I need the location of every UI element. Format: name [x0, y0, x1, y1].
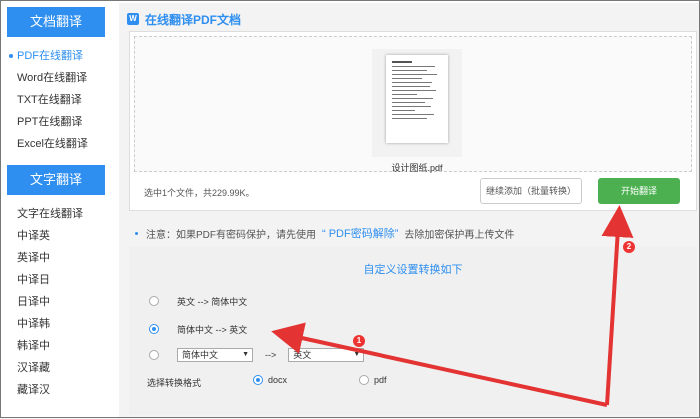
- sidebar-item-word[interactable]: Word在线翻译: [3, 67, 111, 89]
- chevron-down-icon: ▼: [353, 351, 361, 358]
- sidebar-item-zh-ja[interactable]: 中译日: [3, 269, 111, 291]
- sidebar-text-list: 文字在线翻译 中译英 英译中 中译日 日译中 中译韩 韩译中 汉译藏 藏译汉: [3, 203, 111, 401]
- main-content: W 在线翻译PDF文档 设计图纸.pdf 选中1个文件，共229.99K。 继续…: [119, 3, 699, 417]
- notice-prefix: 注意：如果PDF有密码保护，请先使用: [146, 229, 316, 241]
- file-card[interactable]: 设计图纸.pdf: [372, 49, 462, 173]
- option-zh-to-en[interactable]: 简体中文 --> 英文: [149, 321, 247, 337]
- format-label: 选择转换格式: [147, 377, 202, 388]
- notice-suffix: 去除加密保护再上传文件: [404, 229, 515, 241]
- source-language-value: 简体中文: [182, 350, 219, 360]
- upload-summary: 选中1个文件，共229.99K。: [144, 188, 255, 198]
- pdf-password-remove-link[interactable]: “ PDF密码解除”: [322, 225, 398, 241]
- source-language-select[interactable]: 简体中文 ▼: [177, 348, 253, 362]
- sidebar-item-excel[interactable]: Excel在线翻译: [3, 133, 111, 155]
- sidebar-item-pdf[interactable]: PDF在线翻译: [3, 45, 111, 67]
- sidebar-item-txt[interactable]: TXT在线翻译: [3, 89, 111, 111]
- sidebar-section-text-title: 文字翻译: [7, 165, 105, 195]
- file-name: 设计图纸.pdf: [391, 163, 443, 173]
- sidebar-item-en-zh[interactable]: 英译中: [3, 247, 111, 269]
- sidebar: 文档翻译 PDF在线翻译 Word在线翻译 TXT在线翻译 PPT在线翻译 Ex…: [3, 3, 111, 417]
- radio-pdf[interactable]: [359, 375, 369, 385]
- window-frame: 文档翻译 PDF在线翻译 Word在线翻译 TXT在线翻译 PPT在线翻译 Ex…: [0, 0, 700, 418]
- radio-zh-to-en[interactable]: [149, 324, 159, 334]
- format-docx-label: docx: [268, 375, 288, 385]
- sidebar-item-ko-zh[interactable]: 韩译中: [3, 335, 111, 357]
- radio-custom[interactable]: [149, 350, 159, 360]
- target-language-value: 英文: [293, 350, 312, 360]
- continue-add-button[interactable]: 继续添加（批量转换）: [480, 178, 582, 204]
- language-arrow: -->: [265, 350, 277, 360]
- conversion-settings: 自定义设置转换如下 英文 --> 简体中文 简体中文 --> 英文 简体中文 ▼…: [129, 247, 697, 415]
- sidebar-item-bo-zh[interactable]: 藏译汉: [3, 379, 111, 401]
- annotation-badge-1: 1: [353, 335, 365, 347]
- file-drop-area[interactable]: 设计图纸.pdf: [134, 36, 692, 173]
- sidebar-item-text-online[interactable]: 文字在线翻译: [3, 203, 111, 225]
- start-translate-button[interactable]: 开始翻译: [598, 178, 680, 204]
- sidebar-item-zh-ko[interactable]: 中译韩: [3, 313, 111, 335]
- sidebar-item-ppt[interactable]: PPT在线翻译: [3, 111, 111, 133]
- format-pdf-label: pdf: [374, 375, 387, 385]
- page-header: W 在线翻译PDF文档: [127, 9, 241, 29]
- radio-en-to-zh[interactable]: [149, 296, 159, 306]
- password-notice: 注意：如果PDF有密码保护，请先使用 “ PDF密码解除” 去除加密保护再上传文…: [135, 225, 514, 241]
- format-docx-option[interactable]: docx: [253, 375, 287, 385]
- sidebar-section-document-title: 文档翻译: [7, 7, 105, 37]
- radio-docx[interactable]: [253, 375, 263, 385]
- target-language-select[interactable]: 英文 ▼: [288, 348, 365, 362]
- sidebar-item-zh-en[interactable]: 中译英: [3, 225, 111, 247]
- word-document-icon: W: [127, 13, 139, 25]
- format-pdf-option[interactable]: pdf: [359, 375, 387, 385]
- chevron-down-icon: ▼: [242, 351, 249, 358]
- format-row: 选择转换格式 docx pdf: [147, 375, 387, 389]
- option-en-to-zh-label: 英文 --> 简体中文: [177, 296, 248, 307]
- option-zh-to-en-label: 简体中文 --> 英文: [177, 324, 248, 335]
- option-custom-language[interactable]: 简体中文 ▼ --> 英文 ▼: [149, 347, 365, 363]
- page-title: 在线翻译PDF文档: [145, 12, 242, 27]
- sidebar-item-zh-bo[interactable]: 汉译藏: [3, 357, 111, 379]
- sidebar-item-ja-zh[interactable]: 日译中: [3, 291, 111, 313]
- settings-title: 自定义设置转换如下: [363, 264, 463, 276]
- upload-panel: 设计图纸.pdf 选中1个文件，共229.99K。 继续添加（批量转换） 开始翻…: [129, 31, 697, 211]
- bullet-icon: [135, 231, 138, 235]
- option-en-to-zh[interactable]: 英文 --> 简体中文: [149, 293, 247, 309]
- annotation-badge-2: 2: [623, 241, 635, 253]
- sidebar-document-list: PDF在线翻译 Word在线翻译 TXT在线翻译 PPT在线翻译 Excel在线…: [3, 45, 111, 155]
- pdf-thumbnail: [386, 55, 448, 143]
